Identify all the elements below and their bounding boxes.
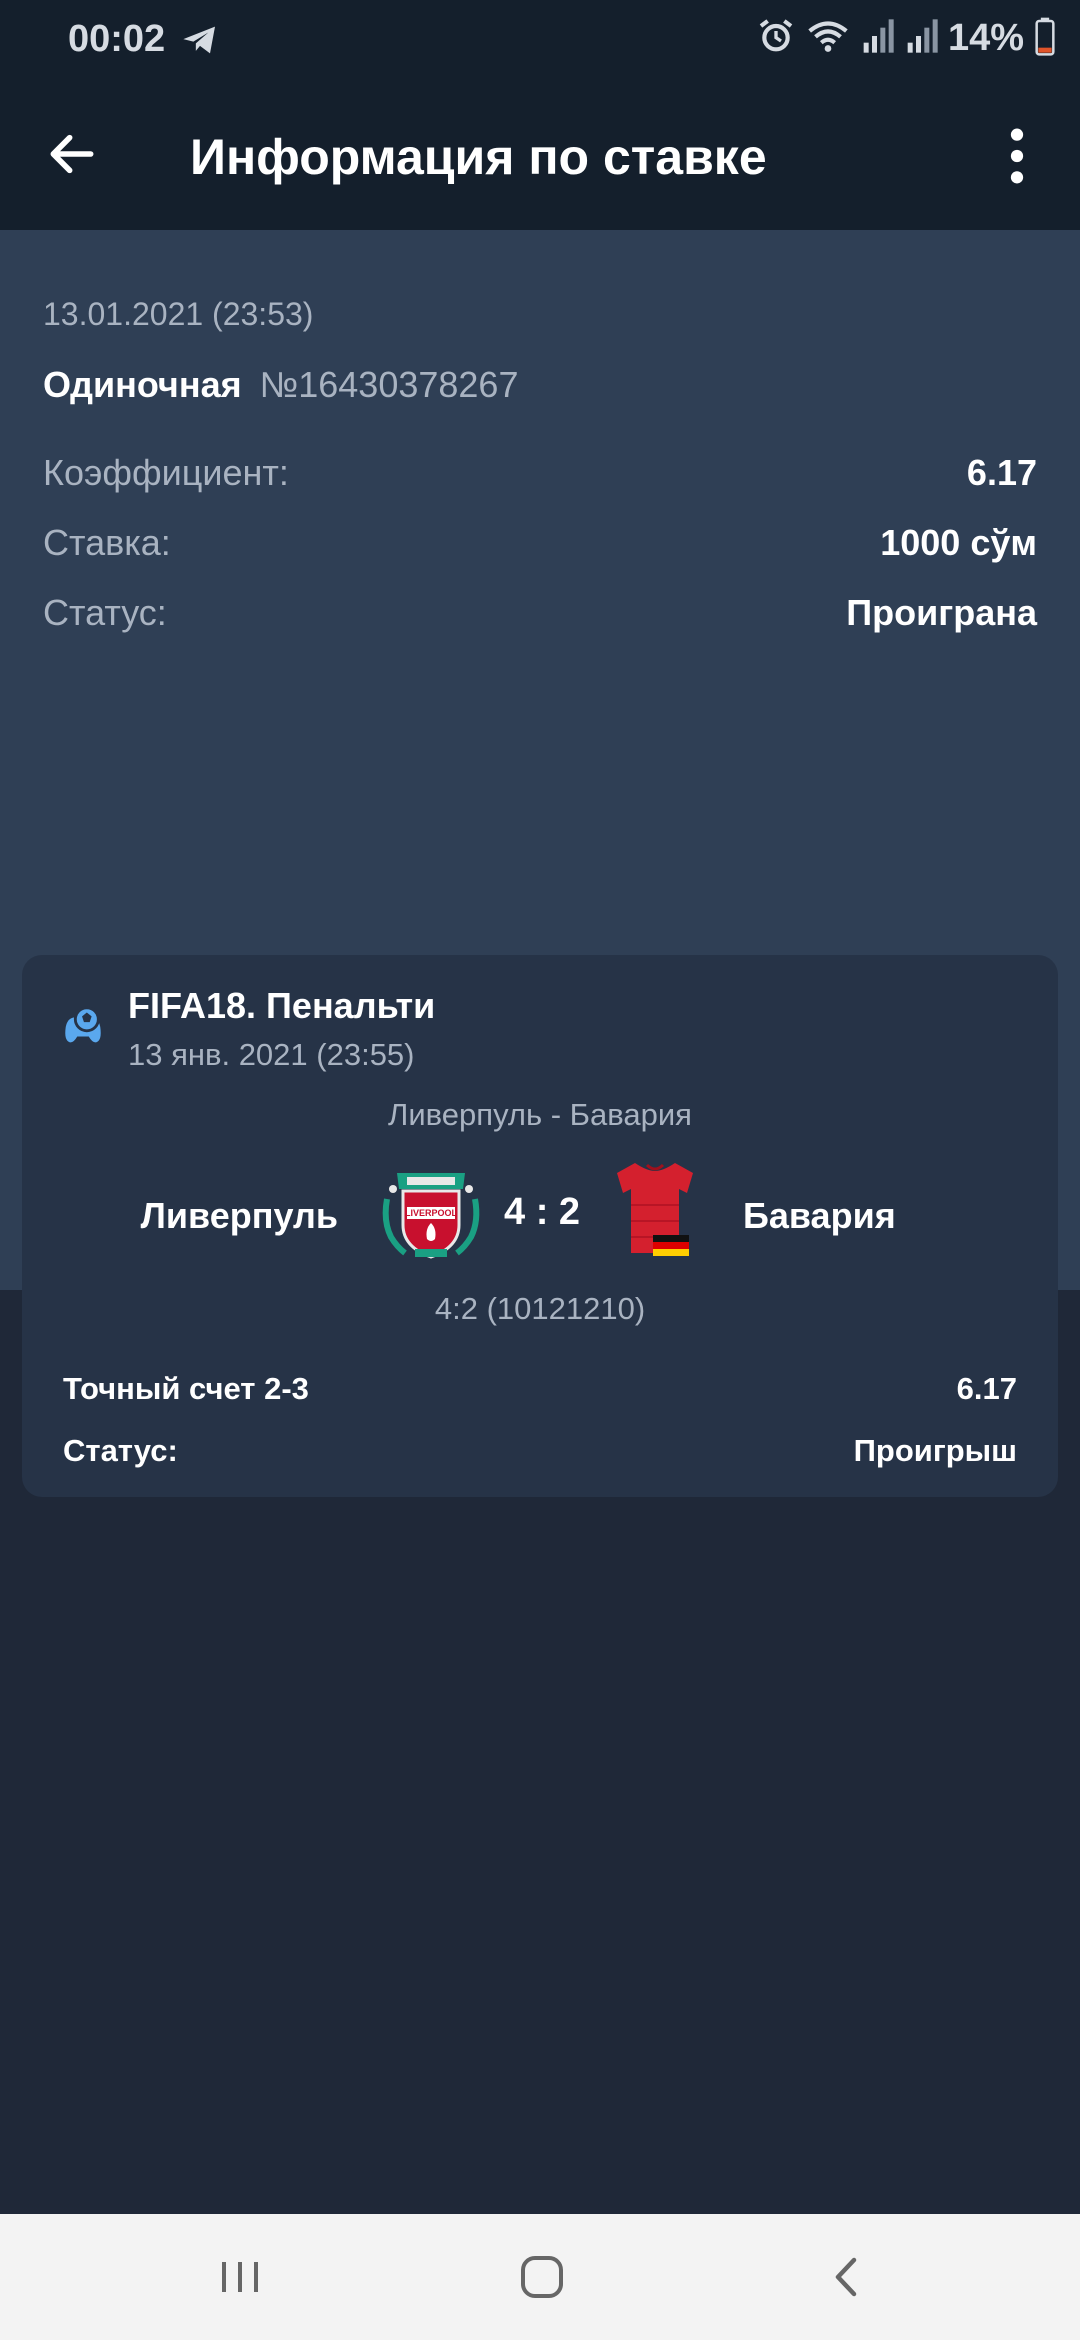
match-score: 4 : 2 — [504, 1191, 581, 1233]
pick-odds: 6.17 — [956, 1371, 1017, 1406]
liverpool-crest-icon: LIVERPOOL — [377, 1163, 485, 1272]
odds-label: Коэффициент: — [43, 452, 289, 493]
recent-apps-icon[interactable] — [210, 2252, 270, 2302]
status-icons: 14% — [756, 16, 1056, 61]
event-status-label: Статус: — [63, 1433, 178, 1468]
app-bar: Информация по ставке — [0, 82, 1080, 230]
team2-name: Бавария — [743, 1195, 896, 1236]
home-icon[interactable] — [512, 2252, 572, 2302]
status-row: Статус: Проиграна — [43, 592, 1037, 634]
bet-type-line: Одиночная №16430378267 — [43, 364, 518, 406]
page-title: Информация по ставке — [190, 129, 767, 185]
bet-type: Одиночная — [43, 364, 242, 405]
odds-value: 6.17 — [966, 452, 1037, 493]
detail-score: 4:2 (10121210) — [434, 1291, 646, 1326]
battery-icon — [1034, 16, 1056, 61]
more-vert-icon[interactable] — [996, 124, 1038, 188]
gamepad-ball-icon — [60, 1002, 106, 1053]
status-label: Статус: — [43, 592, 167, 633]
team1-name: Ливерпуль — [140, 1195, 338, 1236]
match-title: Ливерпуль - Бавария — [388, 1097, 692, 1132]
signal-icon — [860, 16, 894, 61]
event-status-row: Статус: Проигрыш — [63, 1433, 1017, 1469]
stake-value: 1000 сўм — [880, 522, 1037, 563]
pick-row: Точный счет 2-3 6.17 — [63, 1371, 1017, 1407]
pick-label: Точный счет 2-3 — [63, 1371, 309, 1406]
signal-icon — [904, 16, 938, 61]
telegram-icon — [180, 20, 220, 65]
battery-percent: 14% — [947, 17, 1024, 59]
stake-row: Ставка: 1000 сўм — [43, 522, 1037, 564]
bet-summary: 13.01.2021 (23:53) Одиночная №16430378267… — [0, 230, 1080, 1497]
svg-text:LIVERPOOL: LIVERPOOL — [405, 1208, 458, 1218]
odds-row: Коэффициент: 6.17 — [43, 452, 1037, 494]
alarm-icon — [756, 16, 796, 61]
status-time: 00:02 — [68, 18, 166, 60]
event-status-value: Проигрыш — [853, 1433, 1017, 1468]
event-date: 13 янв. 2021 (23:55) — [128, 1037, 415, 1072]
back-icon[interactable] — [816, 2252, 876, 2302]
arrow-left-icon[interactable] — [44, 126, 100, 182]
bet-number: №16430378267 — [259, 364, 519, 405]
system-nav-bar — [0, 2214, 1080, 2340]
wifi-icon — [806, 16, 850, 61]
jersey-icon — [607, 1155, 703, 1270]
event-card[interactable]: FIFA18. Пенальти 13 янв. 2021 (23:55) Ли… — [22, 955, 1058, 1497]
bet-datetime: 13.01.2021 (23:53) — [43, 296, 314, 332]
status-bar: 00:02 14% — [0, 0, 1080, 82]
stake-label: Ставка: — [43, 522, 171, 563]
status-value: Проиграна — [846, 592, 1037, 633]
league-name: FIFA18. Пенальти — [128, 985, 436, 1026]
